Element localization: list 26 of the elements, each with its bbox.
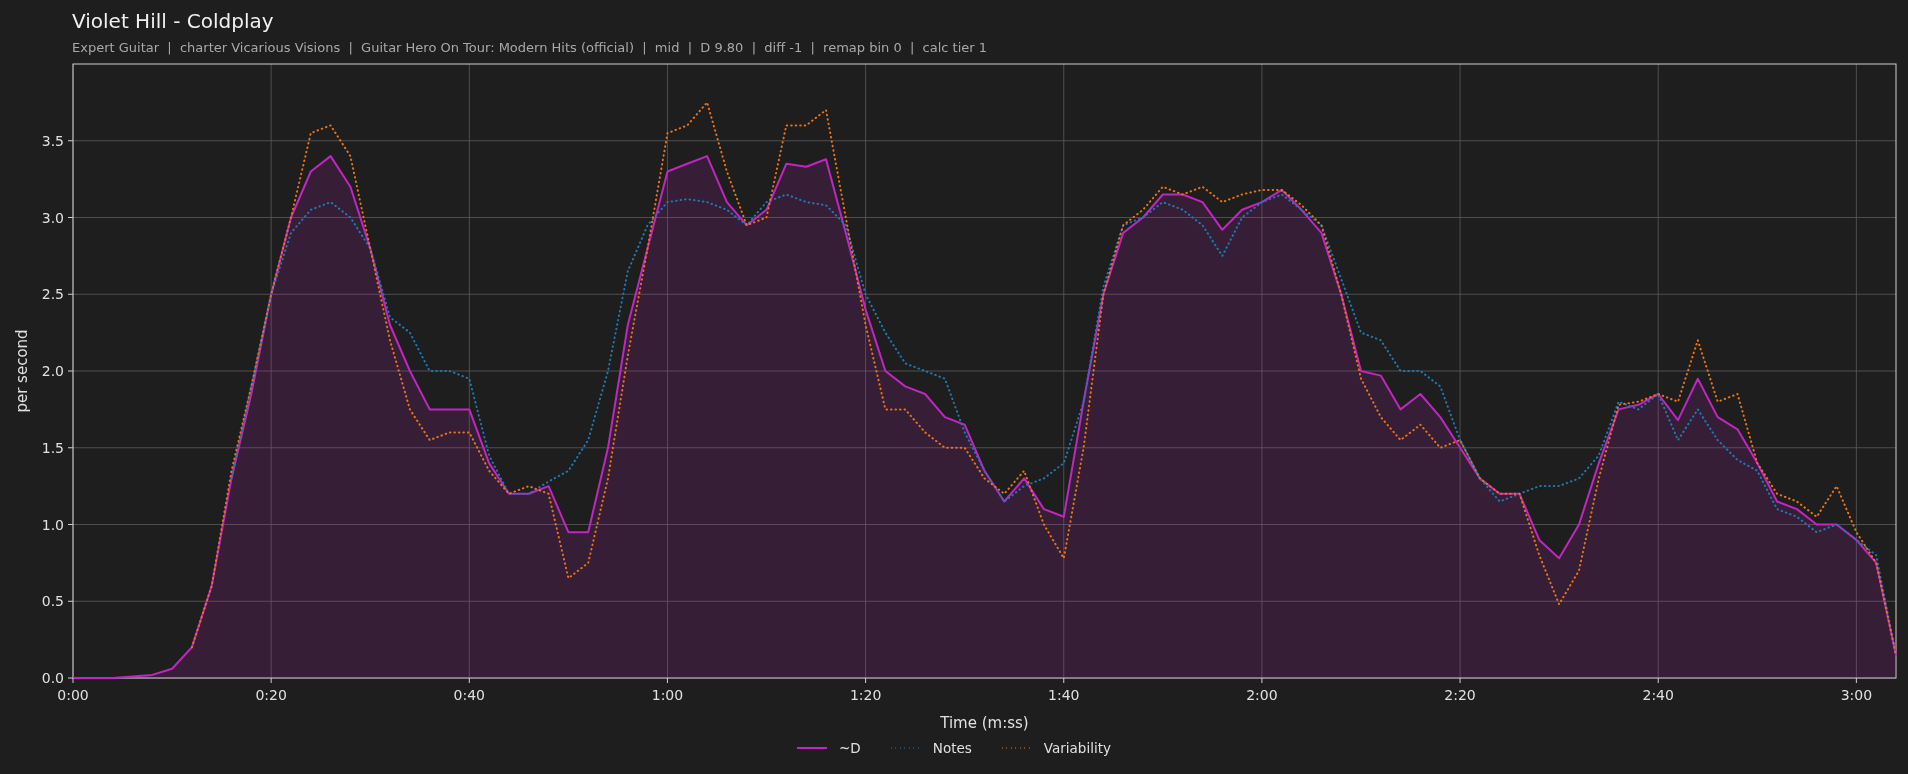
x-tick-label: 1:40 (1048, 687, 1080, 703)
x-tick-label: 1:20 (849, 687, 882, 703)
y-tick-label: 1.0 (41, 516, 64, 533)
legend-label: ~D (839, 740, 861, 756)
y-axis-label: per second (13, 329, 31, 413)
chart-title: Violet Hill - Coldplay (72, 8, 275, 34)
x-tick-label: 3:00 (1840, 687, 1873, 703)
legend-label: Variability (1043, 740, 1111, 756)
x-tick-label: 0:40 (453, 687, 486, 703)
x-tick-label: 2:40 (1642, 687, 1674, 703)
y-tick-label: 3.0 (41, 209, 64, 226)
x-tick-label: 0:00 (57, 687, 89, 703)
y-tick-label: 0.5 (41, 593, 64, 610)
y-tick-label: 2.5 (41, 286, 64, 303)
y-tick-label: 1.5 (41, 439, 64, 456)
x-tick-label: 2:20 (1444, 687, 1476, 703)
y-tick-label: 0.0 (41, 670, 64, 686)
y-tick-label: 3.5 (41, 132, 64, 149)
x-tick-label: 1:00 (651, 687, 684, 703)
chart-subtitle: Expert Guitar | charter Vicarious Visions | Guitar Hero On Tour: Modern Hits (official) | mid | D 9.80 | diff -1 | remap bin 0 | calc tier 1 (72, 40, 989, 55)
legend-label: Notes (932, 740, 972, 756)
x-axis-label: Time (m:ss) (940, 714, 1029, 732)
x-tick-label: 2:00 (1246, 687, 1278, 703)
y-tick-label: 2.0 (41, 363, 64, 379)
legend-line-icon (797, 746, 828, 750)
x-tick-label: 0:20 (255, 687, 287, 703)
